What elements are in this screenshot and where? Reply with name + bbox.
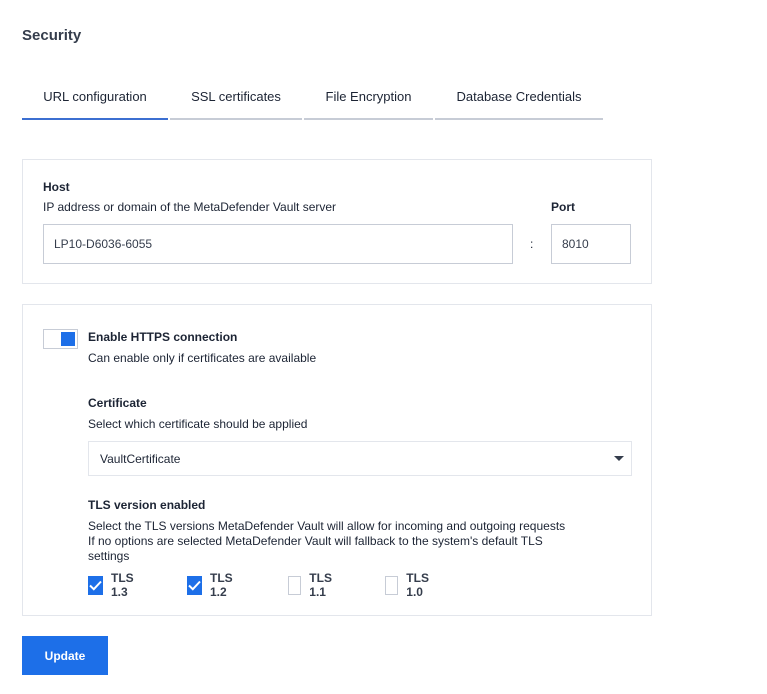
tls-1-2-checkbox[interactable] <box>187 575 202 595</box>
host-input[interactable] <box>43 224 513 264</box>
checkmark-icon <box>188 580 201 591</box>
host-card: Host IP address or domain of the MetaDef… <box>22 159 652 284</box>
certificate-select[interactable]: VaultCertificate <box>88 441 632 476</box>
tab-database-credentials[interactable]: Database Credentials <box>435 86 603 120</box>
checkmark-icon <box>89 580 102 591</box>
https-toggle-label: Enable HTTPS connection <box>88 330 238 344</box>
tab-file-encryption[interactable]: File Encryption <box>304 86 433 120</box>
tls-1-2-label: TLS 1.2 <box>210 571 233 599</box>
tab-url-configuration[interactable]: URL configuration <box>22 86 168 120</box>
tab-label: File Encryption <box>325 89 412 104</box>
tls-1-0-checkbox[interactable] <box>385 575 399 595</box>
certificate-description: Select which certificate should be appli… <box>88 417 308 431</box>
page-title: Security <box>22 27 82 44</box>
certificate-label: Certificate <box>88 396 147 410</box>
toggle-knob <box>61 332 75 346</box>
tls-1-0-option[interactable]: TLS 1.0 <box>385 571 435 599</box>
tls-1-1-label: TLS 1.1 <box>309 571 332 599</box>
https-toggle-description: Can enable only if certificates are avai… <box>88 351 317 365</box>
port-label: Port <box>551 200 575 214</box>
tls-1-1-option[interactable]: TLS 1.1 <box>288 571 338 599</box>
host-label: Host <box>43 180 70 194</box>
tls-1-1-checkbox[interactable] <box>288 575 302 595</box>
https-toggle[interactable] <box>43 329 78 349</box>
tls-1-3-checkbox[interactable] <box>88 575 103 595</box>
update-button[interactable]: Update <box>22 636 108 675</box>
tab-bar: URL configuration SSL certificates File … <box>22 86 605 120</box>
tab-label: URL configuration <box>43 89 147 104</box>
host-port-separator: : <box>530 237 534 251</box>
tls-description-line-1: Select the TLS versions MetaDefender Vau… <box>88 519 566 533</box>
host-description: IP address or domain of the MetaDefender… <box>43 200 337 214</box>
tls-1-2-option[interactable]: TLS 1.2 <box>187 571 237 599</box>
tls-description-line-2: If no options are selected MetaDefender … <box>88 534 543 548</box>
chevron-down-icon <box>614 456 624 461</box>
port-input[interactable] <box>551 224 631 264</box>
tls-1-3-option[interactable]: TLS 1.3 <box>88 571 138 599</box>
tab-label: SSL certificates <box>191 89 281 104</box>
tab-label: Database Credentials <box>456 89 582 104</box>
tls-1-3-label: TLS 1.3 <box>111 571 134 599</box>
tls-label: TLS version enabled <box>88 498 206 512</box>
https-card: Enable HTTPS connection Can enable only … <box>22 304 652 616</box>
tls-description-line-3: settings <box>88 549 130 563</box>
tab-ssl-certificates[interactable]: SSL certificates <box>170 86 302 120</box>
certificate-selected-value: VaultCertificate <box>100 452 181 466</box>
tls-1-0-label: TLS 1.0 <box>406 571 429 599</box>
